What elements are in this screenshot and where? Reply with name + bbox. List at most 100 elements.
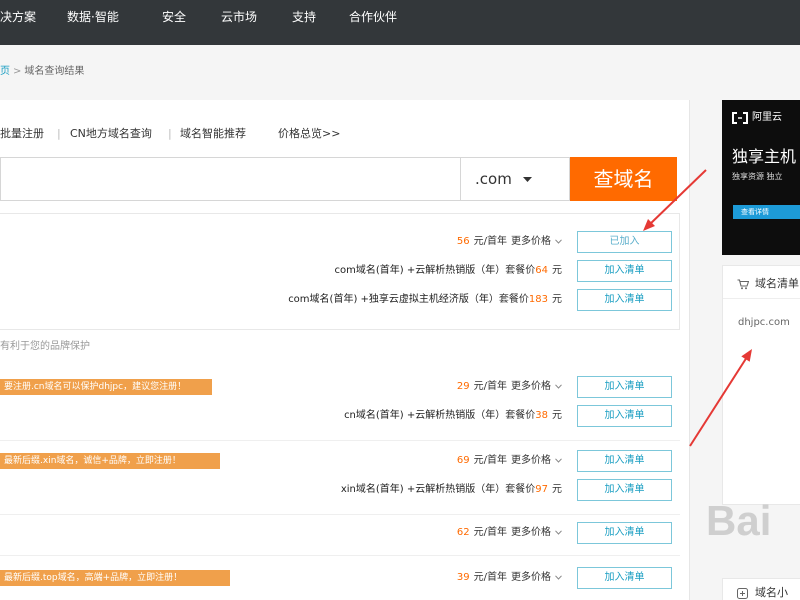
price-unit: 元/首年 <box>473 455 507 466</box>
package-name: com域名(首年) +云解析热销版（年） <box>334 265 506 276</box>
breadcrumb: 页 > 域名查询结果 <box>0 66 84 78</box>
more-prices-link[interactable]: 更多价格 <box>511 455 562 466</box>
nav-item-data-intelligence[interactable]: 数据·智能 <box>67 10 119 24</box>
ad-cta-button[interactable]: 查看详情 <box>733 205 800 219</box>
more-prices-link[interactable]: 更多价格 <box>511 527 562 538</box>
package-price: 183 <box>528 294 548 305</box>
domain-helper-title: 域名小 <box>755 586 788 599</box>
add-to-list-button[interactable]: 加入清单 <box>577 405 672 427</box>
price-value: 39 <box>456 572 470 583</box>
package-price-unit: 元 <box>552 484 562 495</box>
more-prices-link[interactable]: 更多价格 <box>511 236 562 247</box>
cn-local-domain-link[interactable]: CN地方域名查询 <box>70 127 152 140</box>
add-to-list-button[interactable]: 加入清单 <box>577 260 672 282</box>
tools-separator: | <box>57 127 61 140</box>
package-price-label: 套餐价 <box>505 484 536 495</box>
domain-list-title: 域名清单 <box>755 277 799 290</box>
ad-logo-text: 阿里云 <box>752 112 782 123</box>
more-prices-label: 更多价格 <box>511 572 551 583</box>
ad-banner[interactable]: 阿里云 独享主机 独享资源 独立 查看详情 <box>722 100 800 255</box>
add-to-list-button[interactable]: 加入清单 <box>577 479 672 501</box>
package-row: xin域名(首年) +云解析热销版（年）套餐价97 元 <box>341 483 562 497</box>
add-to-list-button[interactable]: 加入清单 <box>577 289 672 311</box>
package-price-label: 套餐价 <box>505 265 536 276</box>
package-price: 64 <box>535 265 548 276</box>
nav-item-support[interactable]: 支持 <box>292 10 316 24</box>
package-price-label: 套餐价 <box>498 294 529 305</box>
price-unit: 元/首年 <box>473 236 507 247</box>
nav-item-marketplace[interactable]: 云市场 <box>221 10 257 24</box>
package-row: cn域名(首年) +云解析热销版（年）套餐价38 元 <box>344 409 562 423</box>
nav-item-security[interactable]: 安全 <box>162 10 186 24</box>
divider <box>0 440 680 441</box>
divider <box>0 514 680 515</box>
package-price-unit: 元 <box>552 294 562 305</box>
domain-list-item[interactable]: dhjpc.com <box>738 317 790 329</box>
search-domain-button[interactable]: 查域名 <box>570 157 677 201</box>
suggestion-tag: 要注册.cn域名可以保护dhjpc，建议您注册！ <box>0 379 212 395</box>
package-price-label: 套餐价 <box>505 410 536 421</box>
price-unit: 元/首年 <box>473 381 507 392</box>
brand-protection-tip: 有利于您的品牌保护 <box>0 341 90 352</box>
chevron-down-icon <box>555 383 562 389</box>
more-prices-label: 更多价格 <box>511 527 551 538</box>
chevron-down-icon <box>555 574 562 580</box>
nav-item-partners[interactable]: 合作伙伴 <box>349 10 397 24</box>
suggestion-price-row: 29 元/首年 更多价格 <box>457 380 562 394</box>
chevron-down-icon <box>555 457 562 463</box>
divider <box>0 555 680 556</box>
price-value: 69 <box>456 455 470 466</box>
price-value: 62 <box>456 527 470 538</box>
package-name: cn域名(首年) +云解析热销版（年） <box>344 410 506 421</box>
suffix-selected-value: .com <box>475 170 512 188</box>
tools-separator: | <box>168 127 172 140</box>
price-unit: 元/首年 <box>473 527 507 538</box>
package-price-unit: 元 <box>552 410 562 421</box>
package-price: 97 <box>535 484 548 495</box>
add-to-list-button[interactable]: 加入清单 <box>577 522 672 544</box>
package-price-unit: 元 <box>552 265 562 276</box>
more-prices-link[interactable]: 更多价格 <box>511 381 562 392</box>
ad-headline: 独享主机 <box>732 147 797 166</box>
breadcrumb-current: 域名查询结果 <box>24 66 85 77</box>
smart-recommend-link[interactable]: 域名智能推荐 <box>180 127 246 140</box>
suggestion-price-row: 69 元/首年 更多价格 <box>457 454 562 468</box>
nav-item-solutions[interactable]: 决方案 <box>0 10 36 24</box>
chevron-down-icon <box>555 529 562 535</box>
suggestion-tag: 最新后缀.top域名，高端+品牌，立即注册！ <box>0 570 230 586</box>
domain-search-input[interactable] <box>0 157 460 201</box>
breadcrumb-separator: > <box>13 66 22 77</box>
bulk-register-link[interactable]: 批量注册 <box>0 127 44 140</box>
more-prices-label: 更多价格 <box>511 381 551 392</box>
cart-icon <box>737 279 749 290</box>
domain-helper-panel: 域名小 <box>722 578 800 600</box>
price-value: 29 <box>456 381 470 392</box>
package-name: xin域名(首年) +云解析热销版（年） <box>340 484 506 495</box>
package-price: 38 <box>535 410 548 421</box>
more-prices-link[interactable]: 更多价格 <box>511 572 562 583</box>
suggestion-tag: 最新后缀.xin域名，诚信+品牌，立即注册！ <box>0 453 220 469</box>
domain-helper-icon <box>737 588 748 599</box>
domain-list-panel: 域名清单 dhjpc.com <box>722 265 800 505</box>
add-to-list-button[interactable]: 加入清单 <box>577 450 672 472</box>
package-row: com域名(首年) +独享云虚拟主机经济版（年）套餐价183 元 <box>288 293 562 307</box>
package-name: com域名(首年) +独享云虚拟主机经济版（年） <box>288 294 499 305</box>
add-to-list-button[interactable]: 加入清单 <box>577 376 672 398</box>
price-unit: 元/首年 <box>473 572 507 583</box>
divider <box>723 298 800 299</box>
ad-subline: 独享资源 独立 <box>732 172 783 181</box>
more-prices-label: 更多价格 <box>511 455 551 466</box>
package-row: com域名(首年) +云解析热销版（年）套餐价64 元 <box>335 264 562 278</box>
add-to-list-button[interactable]: 加入清单 <box>577 567 672 589</box>
chevron-down-icon <box>555 238 562 244</box>
price-overview-link[interactable]: 价格总览>> <box>278 127 340 140</box>
breadcrumb-home-link[interactable]: 页 <box>0 66 10 77</box>
caret-down-icon <box>523 177 532 182</box>
suffix-select[interactable]: .com <box>460 157 570 201</box>
suggestion-price-row: 62 元/首年 更多价格 <box>457 526 562 540</box>
price-value: 56 <box>456 236 470 247</box>
aliyun-logo-icon <box>732 112 748 124</box>
primary-price-row: 56 元/首年 更多价格 <box>457 235 562 249</box>
added-to-list-button[interactable]: 已加入 <box>577 231 672 253</box>
suggestion-price-row: 39 元/首年 更多价格 <box>457 571 562 585</box>
